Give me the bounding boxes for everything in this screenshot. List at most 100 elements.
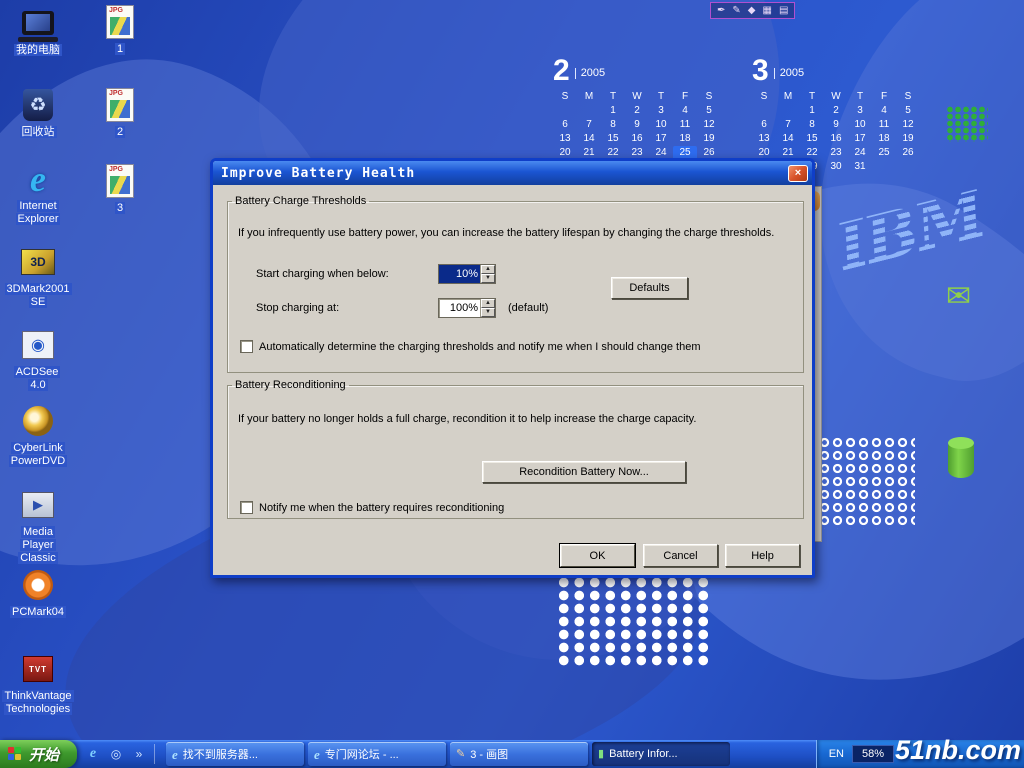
calendar-year: 2005 — [575, 68, 605, 79]
checkbox-box[interactable] — [240, 340, 253, 353]
taskbar-tasks: e 找不到服务器... e 专门网论坛 - ... ✎ 3 - 画图 ▮ Bat… — [163, 742, 733, 766]
task-label: 专门网论坛 - ... — [325, 746, 399, 762]
auto-thresholds-checkbox[interactable]: Automatically determine the charging thr… — [240, 340, 700, 353]
recondition-battery-button[interactable]: Recondition Battery Now... — [482, 461, 686, 483]
internet-explorer-icon: e — [172, 748, 178, 761]
spinner-up-icon[interactable]: ▲ — [481, 265, 495, 274]
stop-threshold-spinner[interactable]: 100% ▲ ▼ — [438, 298, 496, 318]
calendar-day: 11 — [872, 118, 896, 132]
calendar-day: 23 — [824, 146, 848, 160]
desktop-icon-jpg-2[interactable]: JPG 2 — [88, 86, 152, 139]
desktop-icon-acdsee[interactable]: ◉ ACDSee 4.0 — [6, 326, 70, 392]
calendar-day-empty — [577, 104, 601, 118]
spinner-up-icon[interactable]: ▲ — [481, 299, 495, 308]
language-indicator[interactable]: EN — [829, 748, 844, 760]
calendar-day: 10 — [649, 118, 673, 132]
calendar-day: 10 — [848, 118, 872, 132]
calendar-day-empty — [872, 160, 896, 174]
calendar-day: 6 — [752, 118, 776, 132]
calendar-year: 2005 — [774, 68, 804, 79]
chevron-expand-icon[interactable]: » — [131, 746, 147, 762]
calendar-day: 19 — [896, 132, 920, 146]
desktop-icon-label: 3DMark2001 SE — [5, 283, 72, 309]
taskbar-divider — [154, 744, 155, 764]
desktop-icon-powerdvd[interactable]: CyberLink PowerDVD — [6, 402, 70, 468]
show-desktop-icon[interactable]: ◎ — [108, 746, 124, 762]
calendar-day: 12 — [896, 118, 920, 132]
spinner-down-icon[interactable]: ▼ — [481, 308, 495, 317]
calendar-day: 13 — [553, 132, 577, 146]
jpg-tag: JPG — [109, 166, 123, 173]
taskbar-task-battery-information[interactable]: ▮ Battery Infor... — [592, 742, 730, 766]
keypad-icon: ▦ — [762, 6, 771, 16]
thresholds-description: If you infrequently use battery power, y… — [238, 227, 795, 239]
spinner-down-icon[interactable]: ▼ — [481, 274, 495, 283]
taskbar-task-forum[interactable]: e 专门网论坛 - ... — [308, 742, 446, 766]
battery-reconditioning-group: Battery Reconditioning If your battery n… — [227, 379, 804, 519]
desktop-icon-media-player-classic[interactable]: ▶ Media Player Classic — [6, 486, 70, 566]
acdsee-icon: ◉ — [22, 331, 54, 359]
desktop-icon-jpg-1[interactable]: JPG 1 — [88, 3, 152, 56]
cancel-button[interactable]: Cancel — [643, 544, 718, 567]
calendar-day-empty — [553, 104, 577, 118]
desktop-icon-thinkvantage[interactable]: TVT ThinkVantage Technologies — [6, 650, 70, 716]
desktop-icon-3dmark2001[interactable]: 3D 3DMark2001 SE — [6, 243, 70, 309]
group-legend: Battery Reconditioning — [232, 379, 349, 391]
defaults-button[interactable]: Defaults — [611, 277, 688, 299]
checkbox-label: Automatically determine the charging thr… — [259, 341, 700, 353]
diamond-icon: ◆ — [748, 6, 756, 16]
help-button[interactable]: Help — [725, 544, 800, 567]
desktop-icon-jpg-3[interactable]: JPG 3 — [88, 162, 152, 215]
start-button[interactable]: 开始 — [0, 740, 77, 768]
desktop-icon-label: ThinkVantage Technologies — [2, 690, 73, 716]
calendar-day: 3 — [848, 104, 872, 118]
start-threshold-spinner[interactable]: 10% ▲ ▼ — [438, 264, 496, 284]
calendar-weekday-label: S — [553, 90, 577, 104]
desktop-icon-label: ACDSee 4.0 — [6, 366, 70, 392]
taskbar-task-paint[interactable]: ✎ 3 - 画图 — [450, 742, 588, 766]
reconditioning-description: If your battery no longer holds a full c… — [238, 413, 795, 425]
notify-reconditioning-checkbox[interactable]: Notify me when the battery requires reco… — [240, 501, 504, 514]
calendar-weekday-label: S — [896, 90, 920, 104]
calendar-day: 16 — [824, 132, 848, 146]
calendar-day: 13 — [752, 132, 776, 146]
battery-charge-thresholds-group: Battery Charge Thresholds If you infrequ… — [227, 195, 804, 373]
spinner-value[interactable]: 10% — [439, 265, 480, 283]
desktop-icon-label: 我的电脑 — [14, 44, 62, 57]
calendar-day: 4 — [673, 104, 697, 118]
calendar-day: 24 — [848, 146, 872, 160]
quick-launch-bar: e ◎ » — [77, 744, 163, 764]
close-button[interactable]: × — [788, 165, 808, 182]
calendar-header: 3 2005 — [752, 56, 920, 90]
calendar-day: 30 — [824, 160, 848, 174]
calendar-day: 31 — [848, 160, 872, 174]
pen-icon: ✒ — [717, 6, 725, 16]
internet-explorer-quicklaunch-icon[interactable]: e — [85, 746, 101, 762]
spinner-value[interactable]: 100% — [439, 299, 480, 317]
calendar-weekday-label: M — [776, 90, 800, 104]
calendar-day: 2 — [625, 104, 649, 118]
checkbox-box[interactable] — [240, 501, 253, 514]
desktop-icon-label: 2 — [115, 126, 125, 139]
powerdvd-disc-icon — [23, 406, 53, 436]
battery-percentage[interactable]: 58% — [852, 745, 894, 763]
pencil-icon: ✎ — [732, 6, 740, 16]
ok-button[interactable]: OK — [560, 544, 635, 567]
jpg-tag: JPG — [109, 7, 123, 14]
dialog-titlebar[interactable]: Improve Battery Health × — [213, 161, 812, 185]
calendar-day: 4 — [872, 104, 896, 118]
taskbar-task-server-not-found[interactable]: e 找不到服务器... — [166, 742, 304, 766]
desktop-icon-internet-explorer[interactable]: e Internet Explorer — [6, 160, 70, 226]
spinner-buttons: ▲ ▼ — [480, 265, 495, 283]
calendar-day: 12 — [697, 118, 721, 132]
desktop-icon-pcmark04[interactable]: PCMark04 — [6, 566, 70, 619]
desktop-icon-label: Internet Explorer — [6, 200, 70, 226]
desktop-icon-label: PCMark04 — [10, 606, 66, 619]
calendar-day: 1 — [800, 104, 824, 118]
dialog-title: Improve Battery Health — [221, 166, 788, 181]
recycle-bin-icon: ♻ — [23, 89, 53, 121]
calendar-day: 1 — [601, 104, 625, 118]
desktop-icon-recycle-bin[interactable]: ♻ 回收站 — [6, 86, 70, 139]
calendar-day: 25 — [872, 146, 896, 160]
desktop-icon-my-computer[interactable]: 我的电脑 — [6, 4, 70, 57]
